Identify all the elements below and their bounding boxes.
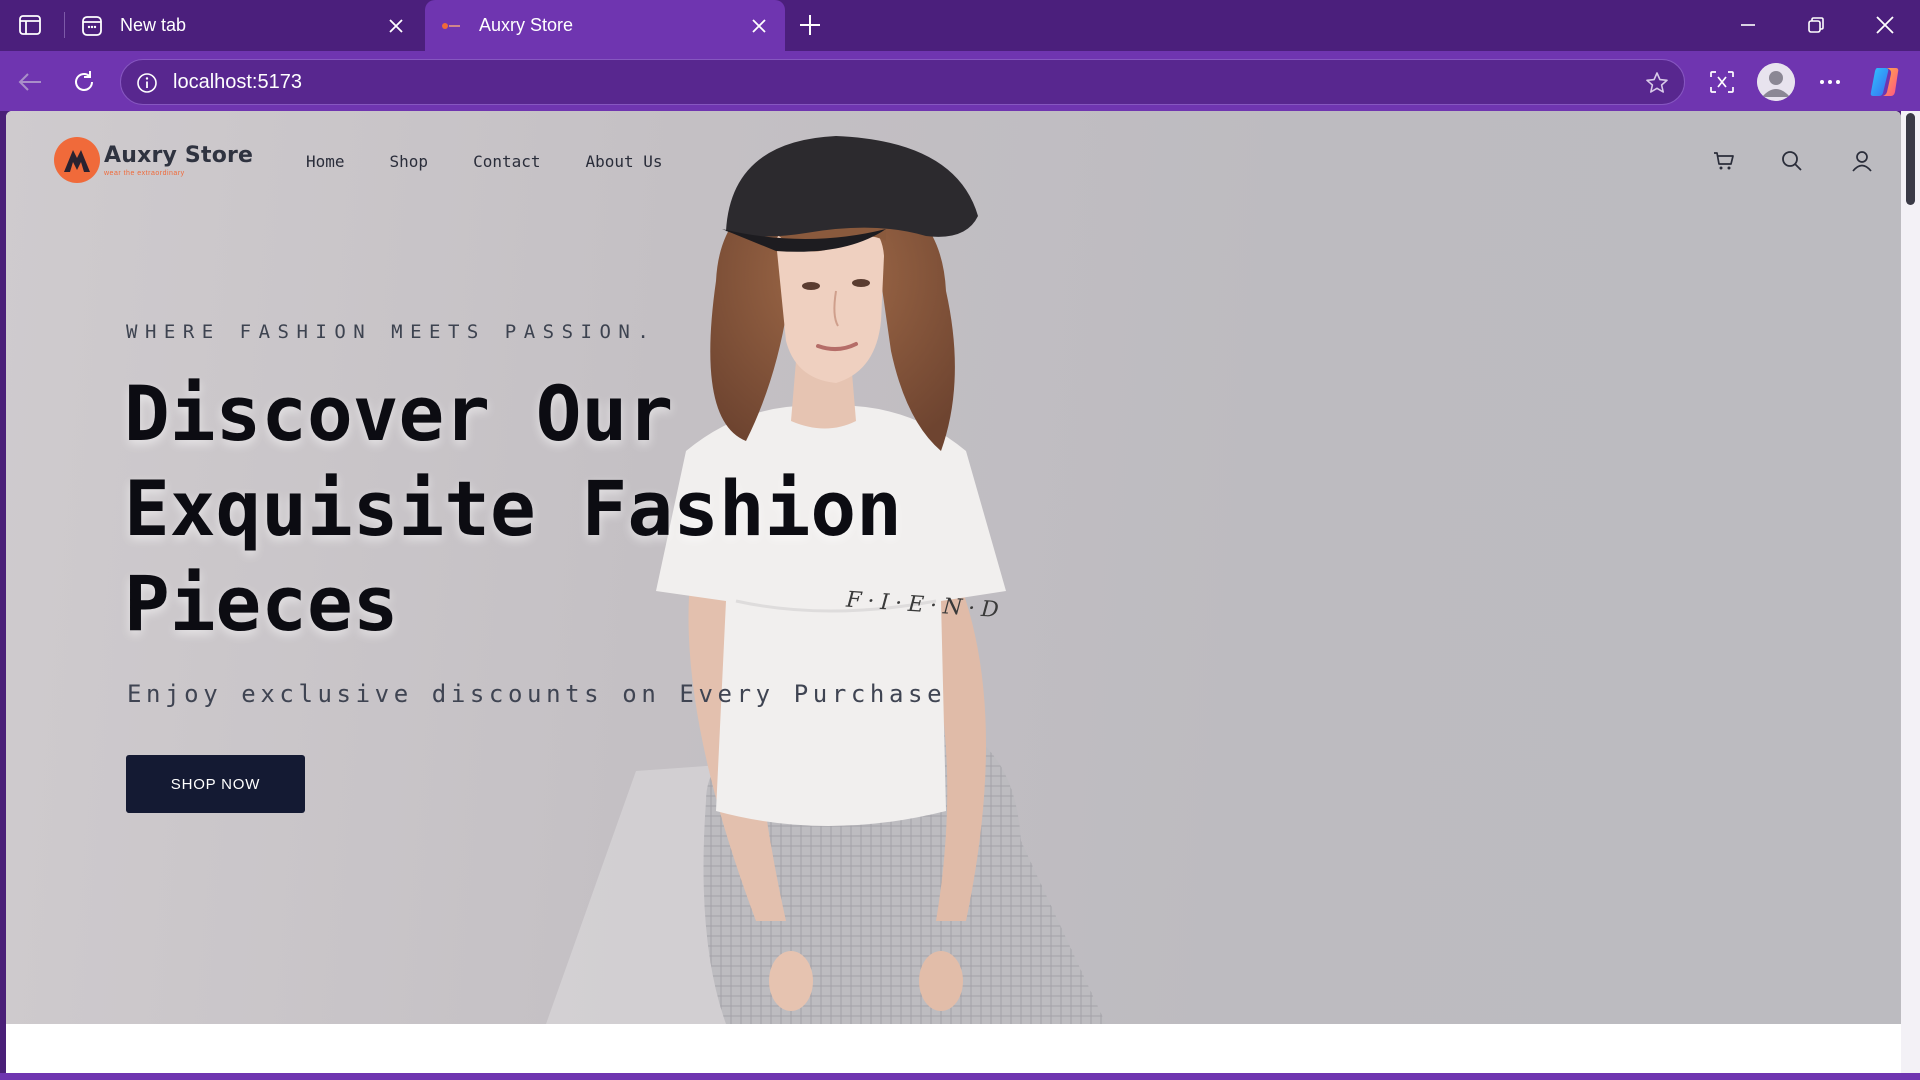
close-icon[interactable] [745,12,773,40]
headline-line: Pieces [124,559,399,648]
nav-link-home[interactable]: Home [306,152,345,171]
close-window-icon[interactable] [1865,10,1905,40]
reload-icon[interactable] [66,64,102,100]
shop-now-button[interactable]: SHOP NOW [126,755,305,813]
tab-auxry-store[interactable]: Auxry Store [425,0,785,51]
brand-name: Auxry Store [104,143,254,168]
brand-tagline: wear the extraordinary [104,170,185,177]
browser-toolbar: localhost:5173 [0,51,1920,111]
browser-tab-strip: New tab Auxry Store [0,0,1920,51]
minimize-icon[interactable] [1728,10,1768,40]
info-icon[interactable] [135,71,159,95]
new-tab-page-icon [80,14,104,38]
hero-headline: Discover Our Exquisite Fashion Pieces [124,366,1024,651]
hero-subline: Enjoy exclusive discounts on Every Purch… [127,680,947,708]
favicon-icon [439,14,463,38]
page-viewport: F·I·E·N·D Auxry Store wear the extraordi… [6,111,1901,1073]
restore-icon[interactable] [1796,10,1836,40]
brand-logo[interactable]: Auxry Store wear the extraordinary [54,137,253,183]
search-icon[interactable] [1778,147,1806,175]
copilot-icon[interactable] [1866,63,1904,101]
close-icon[interactable] [382,12,410,40]
main-nav: Home Shop Contact About Us [306,152,708,171]
page-scrollbar[interactable] [1901,111,1920,1073]
star-icon[interactable] [1644,70,1670,96]
url-text[interactable]: localhost:5173 [173,71,302,94]
user-icon[interactable] [1848,147,1876,175]
cart-icon[interactable] [1710,147,1738,175]
tab-title: New tab [120,15,187,35]
nav-link-about-us[interactable]: About Us [586,152,663,171]
tab-new-tab[interactable]: New tab [66,0,422,51]
window-bottom-edge [0,1073,1920,1080]
hero-section: F·I·E·N·D Auxry Store wear the extraordi… [6,111,1901,1024]
tab-title: Auxry Store [479,15,574,35]
nav-link-shop[interactable]: Shop [390,152,429,171]
tab-separator [64,12,65,38]
logo-mark-icon [54,137,100,183]
headline-line: Exquisite Fashion [124,464,902,553]
back-arrow-icon[interactable] [12,64,48,100]
site-header: Auxry Store wear the extraordinary Home … [6,111,1901,211]
plus-icon[interactable] [795,10,825,40]
address-bar[interactable]: localhost:5173 [120,59,1685,105]
nav-link-contact[interactable]: Contact [473,152,540,171]
profile-icon[interactable] [1757,63,1795,101]
scrollbar-thumb[interactable] [1906,113,1915,205]
headline-line: Discover Our [124,369,674,458]
hero-eyebrow: WHERE FASHION MEETS PASSION. [126,321,657,343]
more-icon[interactable] [1811,63,1849,101]
screenshot-icon[interactable] [1703,63,1741,101]
sidebar-toggle-icon[interactable] [16,12,44,38]
